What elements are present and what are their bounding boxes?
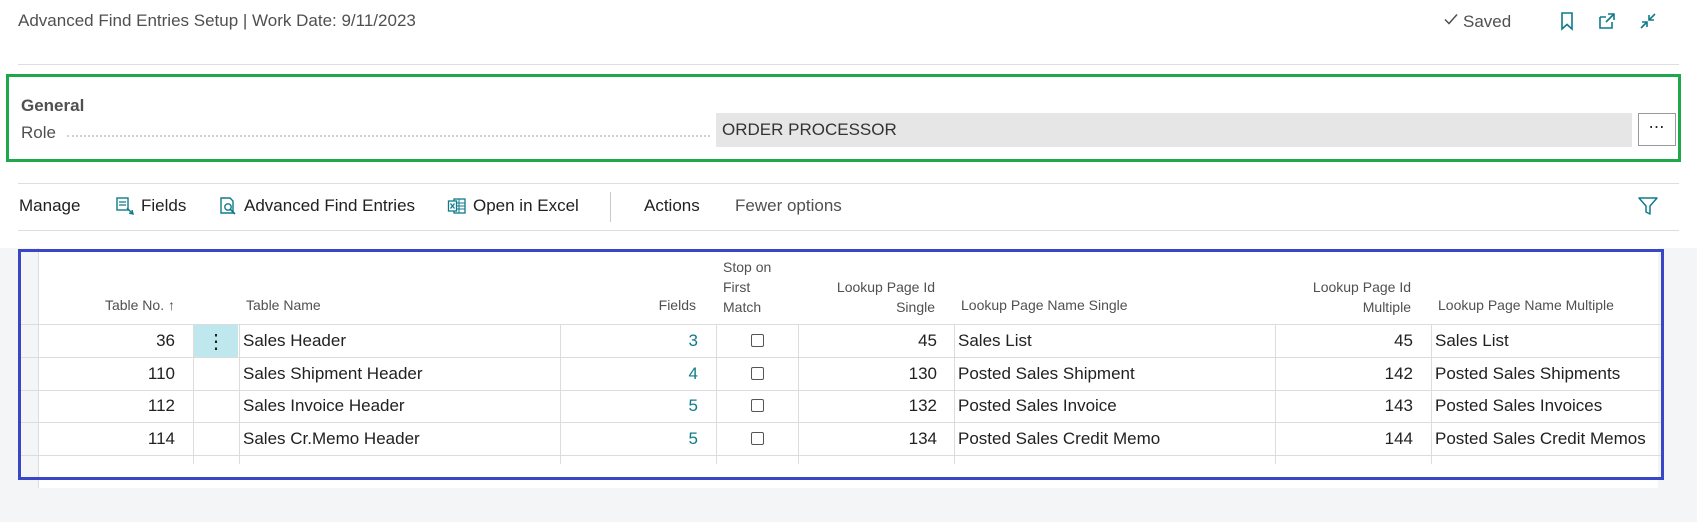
cell-lookup-page-name-single[interactable]: Sales List — [958, 325, 1032, 357]
cell-lookup-page-name-multiple[interactable]: Posted Sales Credit Memos — [1435, 423, 1646, 455]
advanced-find-entries-action[interactable]: Advanced Find Entries — [218, 196, 415, 216]
cell-lookup-page-name-single[interactable]: Posted Sales Shipment — [958, 358, 1135, 390]
grid-line — [239, 324, 240, 464]
cell-fields-link[interactable]: 5 — [600, 423, 698, 455]
cell-lookup-page-name-single[interactable]: Posted Sales Invoice — [958, 390, 1117, 422]
cell-fields-link[interactable]: 3 — [600, 325, 698, 357]
collapse-icon[interactable] — [1637, 10, 1659, 32]
fields-label: Fields — [141, 196, 187, 215]
cell-table-name[interactable]: Sales Cr.Memo Header — [243, 423, 420, 455]
column-header-table-no[interactable]: Table No. ↑ — [60, 295, 175, 315]
cell-lookup-page-name-multiple[interactable]: Posted Sales Shipments — [1435, 358, 1620, 390]
manage-label: Manage — [19, 196, 81, 215]
cell-lookup-page-id-single[interactable]: 130 — [800, 358, 937, 390]
open-in-excel-label: Open in Excel — [473, 196, 579, 215]
lookup-id-single-line2: Single — [896, 299, 935, 315]
fewer-options-label: Fewer options — [735, 196, 842, 215]
stop-header-line2: First — [723, 279, 751, 295]
saved-status: Saved — [1443, 11, 1511, 32]
lookup-id-multiple-line1: Lookup Page Id — [1312, 279, 1411, 295]
saved-label: Saved — [1463, 11, 1512, 31]
cell-lookup-page-id-single[interactable]: 45 — [800, 325, 937, 357]
fewer-options-button[interactable]: Fewer options — [735, 196, 842, 216]
action-bar-divider — [610, 192, 611, 222]
grid-line — [954, 324, 955, 464]
column-header-table-name[interactable]: Table Name — [246, 295, 321, 315]
checkmark-icon — [1443, 11, 1459, 32]
column-header-lookup-page-id-multiple[interactable]: Lookup Page Id Multiple — [1276, 277, 1411, 317]
stop-header-line1: Stop on — [723, 259, 772, 275]
cell-table-no[interactable]: 114 — [60, 423, 175, 455]
cell-lookup-page-id-multiple[interactable]: 143 — [1276, 390, 1413, 422]
stop-on-first-match-checkbox[interactable] — [751, 432, 764, 445]
open-new-window-icon[interactable] — [1596, 10, 1618, 32]
cell-table-no[interactable]: 36 — [60, 325, 175, 357]
open-in-excel-action[interactable]: Open in Excel — [447, 196, 579, 216]
grid-line — [560, 324, 561, 464]
cell-lookup-page-name-multiple[interactable]: Sales List — [1435, 325, 1509, 357]
role-lookup-button[interactable]: ⋯ — [1638, 113, 1676, 146]
lookup-id-multiple-line2: Multiple — [1362, 299, 1411, 315]
fields-action[interactable]: Fields — [115, 196, 186, 216]
row-menu-button[interactable]: ⋮ — [194, 325, 238, 357]
role-field[interactable]: ORDER PROCESSOR — [716, 113, 1632, 147]
cell-lookup-page-name-multiple[interactable]: Posted Sales Invoices — [1435, 390, 1602, 422]
grid-line — [1431, 324, 1432, 464]
page-title: Advanced Find Entries Setup | Work Date:… — [18, 11, 416, 30]
cell-table-name[interactable]: Sales Header — [243, 325, 346, 357]
cell-lookup-page-id-multiple[interactable]: 144 — [1276, 423, 1413, 455]
cell-fields-link[interactable]: 4 — [600, 358, 698, 390]
cell-lookup-page-id-single[interactable]: 134 — [800, 423, 937, 455]
role-leader-dots — [67, 135, 710, 137]
filter-icon[interactable] — [1637, 195, 1659, 217]
actions-label: Actions — [644, 196, 700, 215]
cell-table-no[interactable]: 112 — [60, 390, 175, 422]
stop-on-first-match-checkbox[interactable] — [751, 399, 764, 412]
cell-table-name[interactable]: Sales Shipment Header — [243, 358, 423, 390]
grid-line — [38, 248, 39, 488]
action-bar: Manage Fields Advanced Find Entries Open… — [0, 192, 1697, 222]
column-header-lookup-page-id-single[interactable]: Lookup Page Id Single — [800, 277, 935, 317]
cell-lookup-page-id-multiple[interactable]: 142 — [1276, 358, 1413, 390]
stop-header-line3: Match — [723, 299, 762, 315]
column-header-stop-on-first-match[interactable]: Stop on First Match — [723, 257, 771, 317]
column-header-lookup-page-name-multiple[interactable]: Lookup Page Name Multiple — [1438, 295, 1614, 315]
actions-menu[interactable]: Actions — [644, 196, 700, 216]
general-heading: General — [21, 96, 85, 115]
grid-line — [798, 324, 799, 464]
advanced-find-entries-label: Advanced Find Entries — [244, 196, 416, 215]
role-label: Role — [21, 123, 56, 142]
header-divider — [18, 64, 1679, 65]
find-entries-icon — [218, 196, 238, 216]
bookmark-icon[interactable] — [1556, 10, 1578, 32]
cell-fields-link[interactable]: 5 — [600, 390, 698, 422]
section-divider — [18, 183, 1679, 184]
stop-on-first-match-checkbox[interactable] — [751, 334, 764, 347]
manage-action[interactable]: Manage — [19, 196, 80, 216]
fields-icon — [115, 196, 135, 216]
grid-line — [18, 455, 1664, 456]
column-header-fields[interactable]: Fields — [600, 295, 696, 315]
general-section: General Role ORDER PROCESSOR ⋯ — [6, 74, 1681, 162]
actionbar-divider — [18, 230, 1679, 231]
lookup-id-single-line1: Lookup Page Id — [836, 279, 935, 295]
cell-lookup-page-name-single[interactable]: Posted Sales Credit Memo — [958, 423, 1160, 455]
cell-table-no[interactable]: 110 — [60, 358, 175, 390]
stop-on-first-match-checkbox[interactable] — [751, 367, 764, 380]
cell-table-name[interactable]: Sales Invoice Header — [243, 390, 405, 422]
excel-icon — [447, 196, 467, 216]
cell-lookup-page-id-single[interactable]: 132 — [800, 390, 937, 422]
cell-lookup-page-id-multiple[interactable]: 45 — [1276, 325, 1413, 357]
grid-line — [716, 324, 717, 464]
column-header-lookup-page-name-single[interactable]: Lookup Page Name Single — [961, 295, 1128, 315]
